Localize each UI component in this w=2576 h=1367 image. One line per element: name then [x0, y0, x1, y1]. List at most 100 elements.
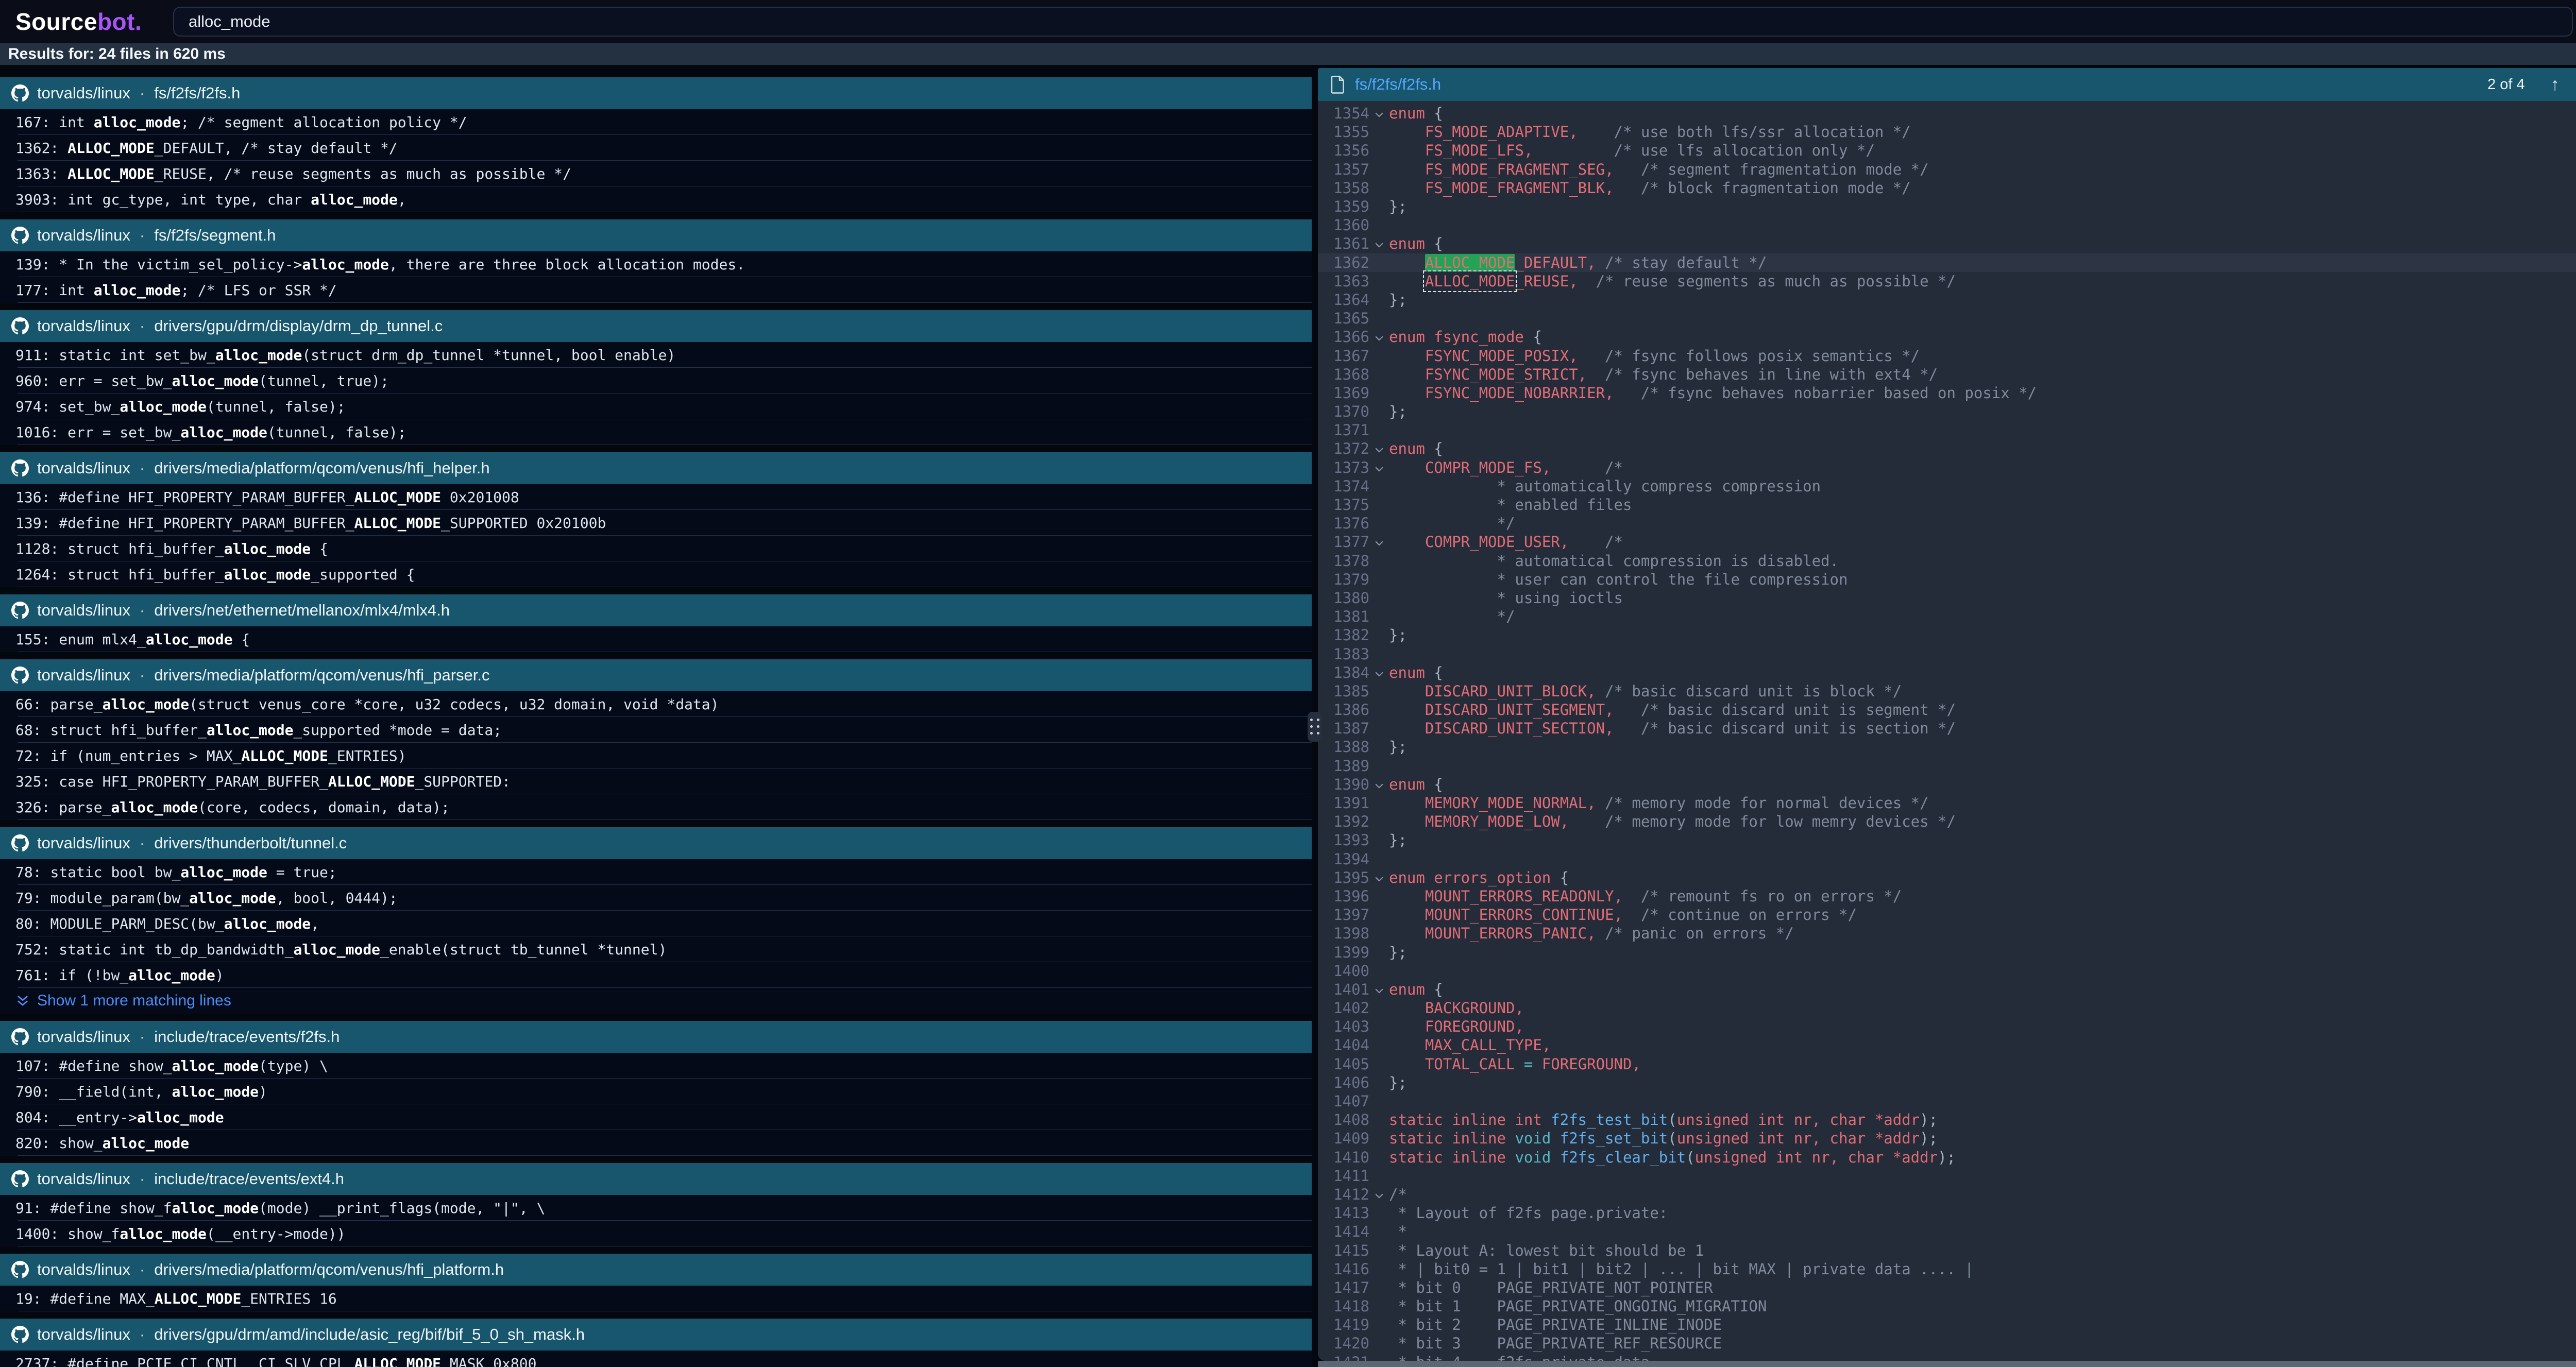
code-line[interactable]: 1387 DISCARD_UNIT_SECTION, /* basic disc…	[1318, 719, 2576, 738]
code-line[interactable]: 1359};	[1318, 197, 2576, 216]
code-line[interactable]: 1372enum {	[1318, 439, 2576, 458]
code-line[interactable]: 1389	[1318, 757, 2576, 775]
file-group-header[interactable]: torvalds/linux·fs/f2fs/f2fs.h	[0, 77, 1312, 109]
show-more-link[interactable]: Show 1 more matching lines	[0, 988, 1312, 1014]
match-row[interactable]: 752: static int tb_dp_bandwidth_alloc_mo…	[0, 936, 1312, 962]
match-row[interactable]: 1363: ALLOC_MODE_REUSE, /* reuse segment…	[0, 161, 1312, 186]
code-line[interactable]: 1369 FSYNC_MODE_NOBARRIER, /* fsync beha…	[1318, 384, 2576, 402]
fold-toggle[interactable]	[1369, 778, 1389, 791]
search-input[interactable]	[173, 7, 2573, 37]
match-row[interactable]: 139: * In the victim_sel_policy->alloc_m…	[0, 251, 1312, 277]
file-group-header[interactable]: torvalds/linux·drivers/net/ethernet/mell…	[0, 594, 1312, 626]
code-line[interactable]: 1390enum {	[1318, 775, 2576, 794]
match-row[interactable]: 326: parse_alloc_mode(core, codecs, doma…	[0, 794, 1312, 820]
match-row[interactable]: 761: if (!bw_alloc_mode)	[0, 962, 1312, 988]
code-line[interactable]: 1363 ALLOC_MODE_REUSE, /* reuse segments…	[1318, 272, 2576, 291]
code-line[interactable]: 1412/*	[1318, 1185, 2576, 1204]
file-group-header[interactable]: torvalds/linux·include/trace/events/ext4…	[0, 1163, 1312, 1195]
code-line[interactable]: 1406};	[1318, 1073, 2576, 1092]
fold-toggle[interactable]	[1369, 983, 1389, 996]
code-line[interactable]: 1418 * bit 1 PAGE_PRIVATE_ONGOING_MIGRAT…	[1318, 1297, 2576, 1315]
match-row[interactable]: 91: #define show_falloc_mode(mode) __pri…	[0, 1195, 1312, 1221]
code-line[interactable]: 1376 */	[1318, 514, 2576, 533]
code-line[interactable]: 1400	[1318, 962, 2576, 980]
file-group-header[interactable]: torvalds/linux·drivers/gpu/drm/amd/inclu…	[0, 1319, 1312, 1351]
horizontal-scrollbar[interactable]	[1318, 1361, 2576, 1367]
code-line[interactable]: 1403 FOREGROUND,	[1318, 1017, 2576, 1036]
file-group-header[interactable]: torvalds/linux·fs/f2fs/segment.h	[0, 219, 1312, 251]
code-line[interactable]: 1407	[1318, 1092, 2576, 1110]
code-line[interactable]: 1354enum {	[1318, 104, 2576, 123]
fold-toggle[interactable]	[1369, 871, 1389, 884]
code-line[interactable]: 1393};	[1318, 831, 2576, 849]
code-line[interactable]: 1364};	[1318, 291, 2576, 309]
code-line[interactable]: 1411	[1318, 1167, 2576, 1185]
match-row[interactable]: 820: show_alloc_mode	[0, 1130, 1312, 1156]
code-line[interactable]: 1378 * automatical compression is disabl…	[1318, 552, 2576, 570]
fold-toggle[interactable]	[1369, 330, 1389, 344]
file-group-header[interactable]: torvalds/linux·drivers/media/platform/qc…	[0, 659, 1312, 691]
code-line[interactable]: 1380 * using ioctls	[1318, 589, 2576, 607]
match-row[interactable]: 19: #define MAX_ALLOC_MODE_ENTRIES 16	[0, 1286, 1312, 1311]
code-line[interactable]: 1419 * bit 2 PAGE_PRIVATE_INLINE_INODE	[1318, 1315, 2576, 1334]
match-row[interactable]: 1362: ALLOC_MODE_DEFAULT, /* stay defaul…	[0, 135, 1312, 161]
match-row[interactable]: 2737: #define PCIE_CI_CNTL__CI_SLV_CPL_A…	[0, 1351, 1312, 1367]
code-line[interactable]: 1371	[1318, 421, 2576, 439]
code-line[interactable]: 1357 FS_MODE_FRAGMENT_SEG, /* segment fr…	[1318, 160, 2576, 179]
code-line[interactable]: 1399};	[1318, 943, 2576, 961]
fold-toggle[interactable]	[1369, 666, 1389, 679]
match-row[interactable]: 139: #define HFI_PROPERTY_PARAM_BUFFER_A…	[0, 510, 1312, 536]
match-row[interactable]: 136: #define HFI_PROPERTY_PARAM_BUFFER_A…	[0, 484, 1312, 510]
match-row[interactable]: 1264: struct hfi_buffer_alloc_mode_suppo…	[0, 561, 1312, 587]
code-line[interactable]: 1409static inline void f2fs_set_bit(unsi…	[1318, 1129, 2576, 1148]
code-line[interactable]: 1402 BACKGROUND,	[1318, 999, 2576, 1017]
match-row[interactable]: 79: module_param(bw_alloc_mode, bool, 04…	[0, 885, 1312, 911]
file-group-header[interactable]: torvalds/linux·drivers/gpu/drm/display/d…	[0, 310, 1312, 342]
preview-file-path[interactable]: fs/f2fs/f2fs.h	[1355, 75, 1441, 94]
code-line[interactable]: 1366enum fsync_mode {	[1318, 328, 2576, 346]
code-line[interactable]: 1414 *	[1318, 1222, 2576, 1241]
code-line[interactable]: 1396 MOUNT_ERRORS_READONLY, /* remount f…	[1318, 887, 2576, 905]
file-group-header[interactable]: torvalds/linux·drivers/media/platform/qc…	[0, 1254, 1312, 1286]
code-line[interactable]: 1420 * bit 3 PAGE_PRIVATE_REF_RESOURCE	[1318, 1334, 2576, 1353]
code-line[interactable]: 1385 DISCARD_UNIT_BLOCK, /* basic discar…	[1318, 682, 2576, 700]
fold-toggle[interactable]	[1369, 461, 1389, 474]
match-row[interactable]: 3903: int gc_type, int type, char alloc_…	[0, 186, 1312, 212]
match-row[interactable]: 72: if (num_entries > MAX_ALLOC_MODE_ENT…	[0, 743, 1312, 768]
code-line[interactable]: 1367 FSYNC_MODE_POSIX, /* fsync follows …	[1318, 346, 2576, 365]
match-row[interactable]: 80: MODULE_PARM_DESC(bw_alloc_mode,	[0, 911, 1312, 936]
code-line[interactable]: 1377 COMPR_MODE_USER, /*	[1318, 533, 2576, 551]
match-row[interactable]: 167: int alloc_mode; /* segment allocati…	[0, 109, 1312, 135]
code-line[interactable]: 1361enum {	[1318, 234, 2576, 253]
match-row[interactable]: 68: struct hfi_buffer_alloc_mode_support…	[0, 717, 1312, 743]
code-line[interactable]: 1417 * bit 0 PAGE_PRIVATE_NOT_POINTER	[1318, 1278, 2576, 1297]
code-line[interactable]: 1384enum {	[1318, 663, 2576, 682]
match-row[interactable]: 911: static int set_bw_alloc_mode(struct…	[0, 342, 1312, 368]
match-row[interactable]: 1400: show_falloc_mode(__entry->mode))	[0, 1221, 1312, 1246]
file-group-header[interactable]: torvalds/linux·drivers/media/platform/qc…	[0, 452, 1312, 484]
match-row[interactable]: 804: __entry->alloc_mode	[0, 1104, 1312, 1130]
code-line[interactable]: 1360	[1318, 216, 2576, 234]
previous-match-icon[interactable]: ↑	[2551, 76, 2560, 93]
sourcebot-logo[interactable]: Sourcebot.	[15, 0, 142, 43]
match-row[interactable]: 974: set_bw_alloc_mode(tunnel, false);	[0, 394, 1312, 419]
code-line[interactable]: 1374 * automatically compress compressio…	[1318, 477, 2576, 495]
code-line[interactable]: 1408static inline int f2fs_test_bit(unsi…	[1318, 1110, 2576, 1129]
match-row[interactable]: 66: parse_alloc_mode(struct venus_core *…	[0, 691, 1312, 717]
panel-resize-handle[interactable]	[1308, 712, 1322, 742]
code-line[interactable]: 1410static inline void f2fs_clear_bit(un…	[1318, 1148, 2576, 1167]
code-line[interactable]: 1382};	[1318, 626, 2576, 644]
code-line[interactable]: 1413 * Layout of f2fs page.private:	[1318, 1204, 2576, 1222]
code-line[interactable]: 1381 */	[1318, 607, 2576, 626]
match-row[interactable]: 78: static bool bw_alloc_mode = true;	[0, 859, 1312, 885]
match-row[interactable]: 177: int alloc_mode; /* LFS or SSR */	[0, 277, 1312, 303]
code-line[interactable]: 1394	[1318, 850, 2576, 868]
fold-toggle[interactable]	[1369, 107, 1389, 120]
code-line[interactable]: 1379 * user can control the file compres…	[1318, 570, 2576, 589]
code-line[interactable]: 1401enum {	[1318, 980, 2576, 999]
match-row[interactable]: 1016: err = set_bw_alloc_mode(tunnel, fa…	[0, 419, 1312, 445]
code-line[interactable]: 1383	[1318, 644, 2576, 663]
fold-toggle[interactable]	[1369, 535, 1389, 549]
code-line[interactable]: 1421 * bit 4- f2fs_private_data	[1318, 1353, 2576, 1361]
code-line[interactable]: 1365	[1318, 309, 2576, 328]
